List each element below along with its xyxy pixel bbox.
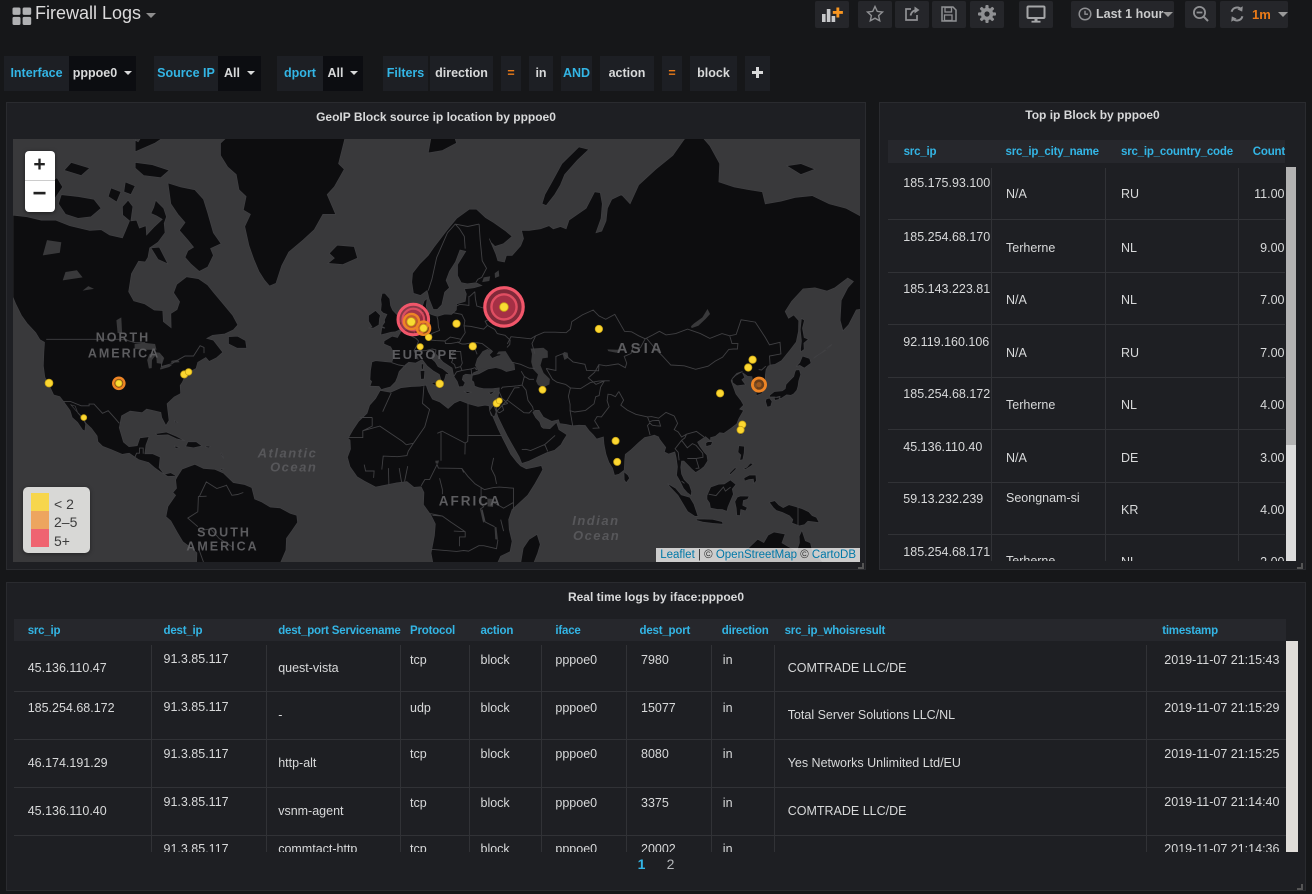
svg-text:SOUTH: SOUTH bbox=[197, 526, 251, 540]
svg-text:AFRICA: AFRICA bbox=[439, 494, 502, 509]
svg-text:ASIA: ASIA bbox=[617, 340, 665, 357]
svg-text:NORTH: NORTH bbox=[96, 331, 150, 345]
svg-text:AMERICA: AMERICA bbox=[186, 540, 258, 554]
svg-text:AMERICA: AMERICA bbox=[88, 347, 160, 361]
svg-text:EUROPE: EUROPE bbox=[392, 347, 459, 362]
svg-text:Atlantic: Atlantic bbox=[257, 446, 318, 461]
svg-text:Ocean: Ocean bbox=[270, 460, 317, 475]
svg-text:Ocean: Ocean bbox=[573, 528, 620, 543]
svg-text:Indian: Indian bbox=[572, 513, 619, 528]
